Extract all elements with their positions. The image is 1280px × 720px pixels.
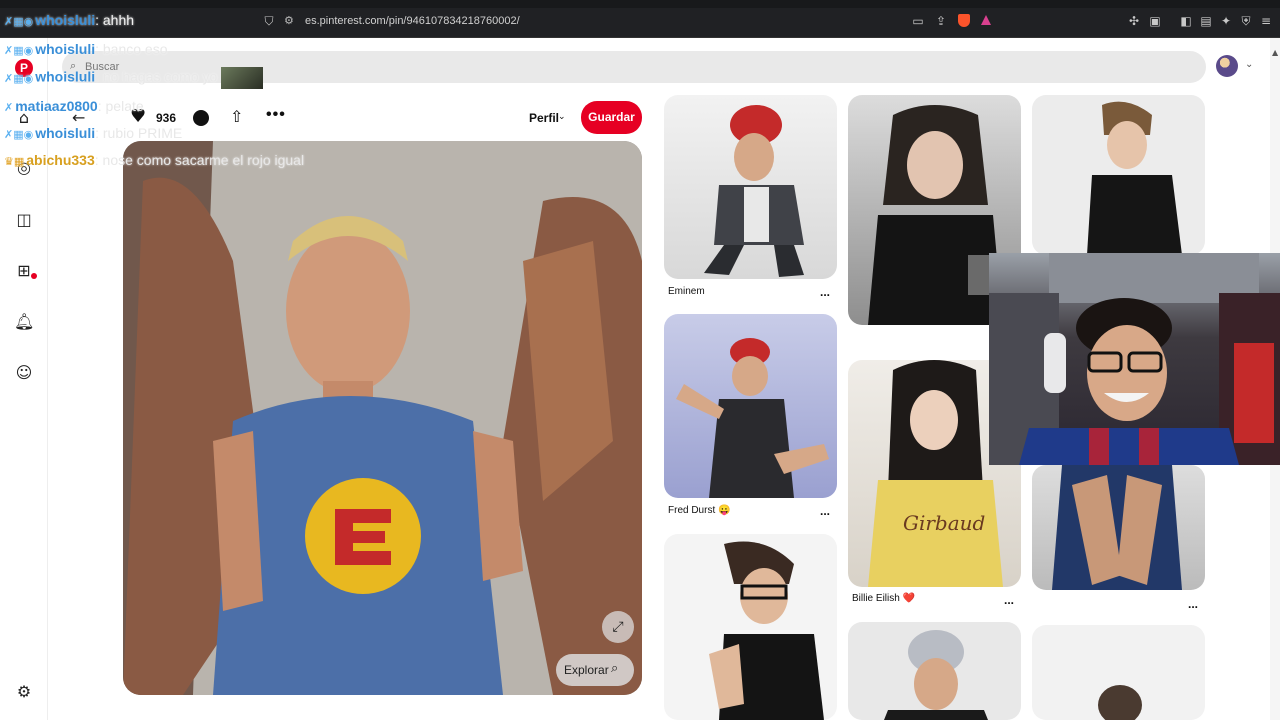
expand-icon[interactable]: ⤢	[602, 611, 634, 643]
more-options-icon[interactable]: •••	[266, 106, 286, 124]
chat-message: ✗▦◉ whoisluli: rubio PRIME	[4, 125, 182, 141]
chat-badges-icon: ✗▦◉	[4, 71, 34, 85]
chat-username: whoisluli	[35, 125, 96, 141]
leo-ai-icon[interactable]: ✦	[1219, 14, 1233, 28]
pin-title: Billie Eilish ❤️	[852, 593, 916, 604]
explore-search-icon: ⌕	[611, 661, 619, 676]
like-count: 936	[156, 111, 177, 125]
pin-art	[704, 105, 804, 277]
pin-art	[709, 541, 824, 720]
chat-text: ahhh	[102, 12, 135, 28]
grid-pin-justin[interactable]	[664, 534, 837, 720]
chat-badges-icon: ✗▦◉	[4, 15, 34, 28]
chat-username: matiaaz0800	[15, 98, 98, 114]
bookmark-icon[interactable]: ⛉	[262, 14, 276, 28]
profile-dropdown[interactable]: Perfil	[529, 111, 559, 125]
chat-message: ✗▦◉ whoisluli: no hagas como yo	[4, 67, 264, 89]
scroll-up-icon[interactable]: ▲	[1272, 48, 1278, 57]
chat-text: pelate	[105, 98, 144, 114]
grid-pin-eminem-2[interactable]	[848, 622, 1021, 720]
wallet-icon[interactable]: ▤	[1199, 14, 1213, 28]
chat-username: whoisluli	[35, 68, 96, 85]
pin-art	[1052, 465, 1182, 590]
brave-rewards-icon[interactable]	[981, 15, 991, 25]
brave-shields-icon[interactable]	[958, 14, 970, 27]
chat-text: banco eso	[102, 41, 168, 57]
share-icon[interactable]: ⇧	[230, 107, 243, 126]
more-options-icon[interactable]: ...	[820, 285, 830, 299]
chat-username: abichu333	[26, 152, 95, 168]
avatar[interactable]	[1216, 55, 1238, 77]
pin-title: Eminem	[668, 286, 705, 297]
chevron-down-icon[interactable]: ⌄	[1245, 59, 1253, 70]
address-bar[interactable]: es.pinterest.com/pin/946107834218760002/	[305, 15, 520, 27]
more-options-icon[interactable]: ...	[1188, 597, 1198, 611]
grid-pin-bieber[interactable]	[1032, 95, 1205, 255]
chat-text: no hagas como yo	[102, 68, 218, 85]
extensions-icon[interactable]: ✣	[1127, 14, 1141, 28]
chat-message: ✗▦◉ whoisluli: ahhh	[4, 12, 134, 28]
chat-text: nose como sacarme el rojo igual	[102, 152, 305, 168]
chat-text: rubio PRIME	[102, 125, 183, 141]
tab-strip	[0, 0, 1280, 8]
chat-message: ♛▦ abichu333: nose como sacarme el rojo i…	[4, 152, 304, 168]
chat-badges-icon: ✗▦◉	[4, 44, 34, 57]
chat-colon: :	[95, 68, 103, 85]
more-options-icon[interactable]: ...	[820, 504, 830, 518]
sidebar-toggle-icon[interactable]: ◧	[1179, 14, 1193, 28]
chat-message: ✗ matiaaz0800: pelate	[4, 98, 144, 114]
chat-emote-image	[221, 67, 264, 89]
notification-badge	[31, 273, 37, 279]
chat-username: whoisluli	[35, 41, 96, 57]
site-settings-icon[interactable]: ⚙	[284, 14, 298, 28]
comment-icon[interactable]	[193, 110, 209, 126]
chevron-down-icon[interactable]: ⌄	[558, 112, 566, 122]
cast-icon[interactable]: ▭	[911, 14, 925, 28]
chat-colon: :	[95, 12, 103, 28]
grid-pin-eminem[interactable]	[664, 95, 837, 279]
share-page-icon[interactable]: ⇪	[934, 14, 948, 28]
webcam-art	[989, 253, 1280, 465]
pin-image-art	[123, 141, 642, 695]
chat-message: ✗▦◉ whoisluli: banco eso	[4, 41, 168, 57]
pin-art	[1098, 685, 1142, 720]
grid-pin-arms[interactable]	[1032, 465, 1205, 590]
settings-icon[interactable]: ⚙	[14, 682, 34, 702]
more-options-icon[interactable]: ...	[1004, 593, 1014, 607]
screenshot-icon[interactable]: ▣	[1148, 14, 1162, 28]
pin-art	[676, 338, 829, 498]
pin-title: Fred Durst 😛	[668, 505, 731, 516]
save-button[interactable]: Guardar	[581, 101, 642, 134]
notifications-icon[interactable]: 🔔︎	[14, 312, 34, 332]
pin-image[interactable]	[123, 141, 642, 695]
chat-colon: :	[95, 41, 103, 57]
chat-colon: :	[97, 98, 106, 114]
chat-badges-icon: ✗	[4, 101, 14, 114]
chat-badges-icon: ♛▦	[4, 155, 25, 168]
pin-art	[1087, 101, 1182, 255]
boards-icon[interactable]: ◫	[14, 210, 34, 230]
explore-button[interactable]: Explorar	[556, 654, 634, 686]
streamer-webcam	[989, 253, 1280, 465]
screen: { "browser": { "tab_title": "whoisluli: …	[0, 0, 1280, 720]
browser-toolbar	[0, 0, 1280, 38]
chat-badges-icon: ✗▦◉	[4, 128, 34, 141]
vpn-icon[interactable]: ⛨	[1239, 14, 1253, 28]
pin-art	[884, 630, 988, 720]
chat-colon: :	[95, 125, 103, 141]
messages-icon[interactable]: ☺	[14, 363, 34, 383]
svg-text:Girbaud: Girbaud	[903, 511, 985, 535]
chat-username: whoisluli	[35, 12, 96, 28]
grid-pin-fred-durst[interactable]	[664, 314, 837, 498]
menu-icon[interactable]: ≡	[1259, 14, 1273, 28]
chat-colon: :	[94, 152, 103, 168]
grid-pin-eminem-3[interactable]	[1032, 625, 1205, 720]
